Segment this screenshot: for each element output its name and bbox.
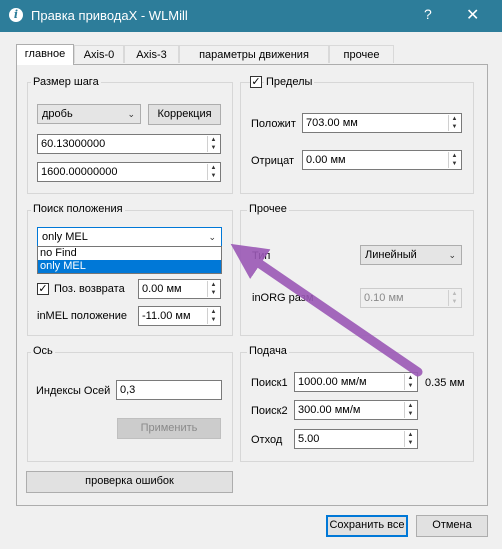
axis-indices-value: 0,3 — [120, 384, 136, 396]
type-label: Тип — [252, 250, 271, 262]
close-icon[interactable]: ✕ — [466, 5, 479, 25]
spin-arrows-icon[interactable]: ▲ ▼ — [207, 281, 219, 297]
step-value1-field[interactable]: 60.13000000 ▲ ▼ — [37, 134, 221, 154]
return-pos-field[interactable]: 0.00 мм ▲ ▼ — [138, 279, 221, 299]
limits-title: Пределы — [264, 76, 315, 88]
retract-value: 5.00 — [298, 433, 320, 445]
step-mode-value: дробь — [42, 108, 73, 120]
step-mode-combo[interactable]: дробь ⌄ — [37, 104, 141, 124]
negative-limit-field[interactable]: 0.00 мм ▲ ▼ — [302, 150, 462, 170]
return-pos-label: Поз. возврата — [54, 283, 125, 295]
search2-value: 300.00 мм/м — [298, 404, 361, 416]
inorg-field: 0.10 мм ▲ ▼ — [360, 288, 462, 308]
positive-limit-field[interactable]: 703.00 мм ▲ ▼ — [302, 113, 462, 133]
other-group — [240, 210, 474, 336]
correction-button[interactable]: Коррекция — [148, 104, 221, 125]
feed-title: Подача — [247, 345, 289, 357]
app-icon: i — [9, 8, 23, 22]
cancel-button[interactable]: Отмена — [416, 515, 488, 537]
inorg-label: inORG разм — [252, 292, 314, 304]
other-title: Прочее — [247, 203, 289, 215]
tab-motion-params[interactable]: параметры движения — [179, 45, 329, 63]
search-mode-dropdown: no Find only MEL — [37, 246, 222, 274]
chevron-down-icon: ⌄ — [448, 250, 456, 260]
spin-arrows-icon: ▲ ▼ — [448, 290, 460, 306]
axis-indices-field[interactable]: 0,3 — [116, 380, 222, 400]
search2-label: Поиск2 — [251, 405, 288, 417]
title-bar: i Правка приводаX - WLMill ? ✕ — [0, 0, 502, 32]
tab-axis-0[interactable]: Axis-0 — [74, 45, 124, 63]
inorg-value: 0.10 мм — [364, 292, 404, 304]
search-mode-combo[interactable]: only MEL ⌄ — [37, 227, 222, 247]
error-check-button[interactable]: проверка ошибок — [26, 471, 233, 493]
inmel-field[interactable]: -11.00 мм ▲ ▼ — [138, 306, 221, 326]
spin-arrows-icon[interactable]: ▲ ▼ — [207, 136, 219, 152]
window-title: Правка приводаX - WLMill — [31, 8, 188, 23]
spin-arrows-icon[interactable]: ▲ ▼ — [404, 431, 416, 447]
dropdown-option-no-find[interactable]: no Find — [38, 247, 221, 260]
spin-arrows-icon[interactable]: ▲ ▼ — [448, 115, 460, 131]
search1-value: 1000.00 мм/м — [298, 376, 367, 388]
help-button[interactable]: ? — [424, 6, 432, 22]
step-value2: 1600.00000000 — [41, 166, 118, 178]
type-value: Линейный — [365, 249, 417, 261]
search1-extra: 0.35 мм — [425, 377, 465, 389]
negative-value: 0.00 мм — [306, 154, 346, 166]
type-combo[interactable]: Линейный ⌄ — [360, 245, 462, 265]
spin-arrows-icon[interactable]: ▲ ▼ — [404, 374, 416, 390]
chevron-down-icon: ⌄ — [127, 109, 135, 119]
search1-field[interactable]: 1000.00 мм/м ▲ ▼ — [294, 372, 418, 392]
inmel-label: inMEL положение — [37, 310, 128, 322]
positive-label: Положит — [251, 118, 296, 130]
chevron-down-icon: ⌄ — [208, 232, 216, 242]
return-pos-value: 0.00 мм — [142, 283, 182, 295]
limits-checkbox[interactable]: ✓ — [250, 76, 262, 88]
search2-field[interactable]: 300.00 мм/м ▲ ▼ — [294, 400, 418, 420]
search-mode-value: only MEL — [42, 231, 88, 243]
dropdown-option-only-mel[interactable]: only MEL — [38, 260, 221, 273]
spin-arrows-icon[interactable]: ▲ ▼ — [207, 308, 219, 324]
return-pos-checkbox[interactable]: ✓ — [37, 283, 49, 295]
retract-label: Отход — [251, 434, 283, 446]
spin-arrows-icon[interactable]: ▲ ▼ — [207, 164, 219, 180]
retract-field[interactable]: 5.00 ▲ ▼ — [294, 429, 418, 449]
apply-button[interactable]: Применить — [117, 418, 221, 439]
step-size-title: Размер шага — [31, 76, 101, 88]
position-search-title: Поиск положения — [31, 203, 125, 215]
step-value1: 60.13000000 — [41, 138, 106, 150]
limits-group — [240, 82, 474, 194]
save-all-button[interactable]: Сохранить все — [326, 515, 408, 537]
axis-group — [27, 352, 233, 462]
tab-other[interactable]: прочее — [329, 45, 394, 63]
tab-main[interactable]: главное — [16, 44, 74, 65]
inmel-value: -11.00 мм — [142, 310, 191, 322]
search1-label: Поиск1 — [251, 377, 288, 389]
positive-value: 703.00 мм — [306, 117, 358, 129]
spin-arrows-icon[interactable]: ▲ ▼ — [448, 152, 460, 168]
spin-arrows-icon[interactable]: ▲ ▼ — [404, 402, 416, 418]
negative-label: Отрицат — [251, 155, 295, 167]
tab-axis-3[interactable]: Axis-3 — [124, 45, 179, 63]
axis-title: Ось — [31, 345, 55, 357]
step-value2-field[interactable]: 1600.00000000 ▲ ▼ — [37, 162, 221, 182]
axis-indices-label: Индексы Осей — [36, 385, 111, 397]
